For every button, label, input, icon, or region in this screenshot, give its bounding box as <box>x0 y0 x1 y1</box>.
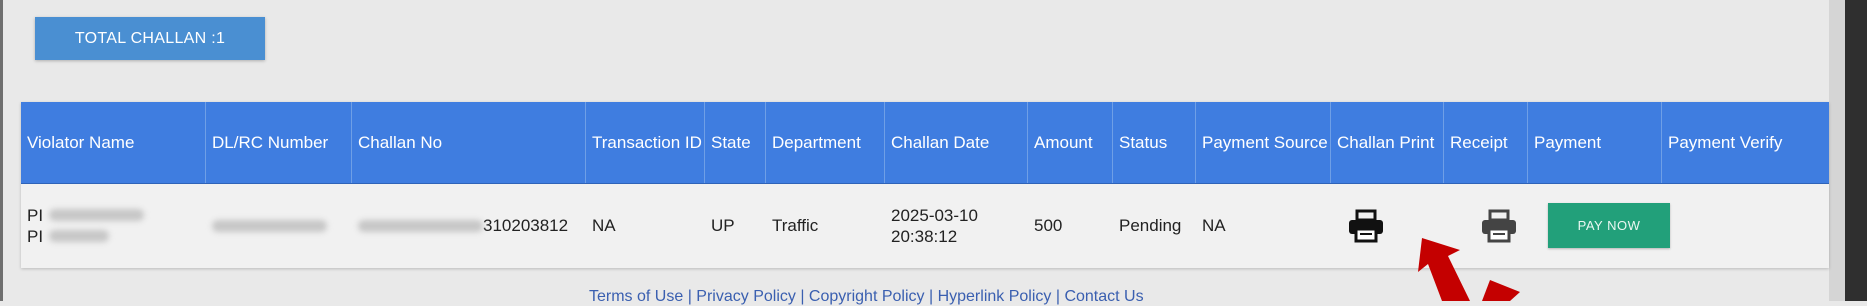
footer-link-hyperlink[interactable]: Hyperlink Policy <box>938 288 1052 305</box>
cell-status: Pending <box>1119 216 1182 235</box>
violator-name-text-1: PI <box>27 205 44 225</box>
header-challan-date: Challan Date <box>885 102 1028 183</box>
cell-payment-source: NA <box>1202 216 1226 235</box>
header-state: State <box>705 102 766 183</box>
header-payment: Payment <box>1528 102 1662 183</box>
red-arrow-annotation <box>1418 238 1520 301</box>
redacted-dl-rc <box>212 219 327 232</box>
table-header: Violator Name DL/RC Number Challan No Tr… <box>21 102 1829 184</box>
total-challan-button[interactable]: TOTAL CHALLAN :1 <box>35 17 265 60</box>
header-challan-no: Challan No <box>352 102 586 183</box>
header-payment-source: Payment Source <box>1196 102 1331 183</box>
redacted-name <box>49 208 145 221</box>
cell-violator-name: PI PI <box>21 183 206 268</box>
violator-name-text-2: PI <box>27 226 44 246</box>
scroll-track <box>1829 0 1845 301</box>
challan-date: 2025-03-10 <box>891 205 978 225</box>
footer-link-terms[interactable]: Terms of Use <box>589 288 683 305</box>
cell-challan-date: 2025-03-10 20:38:12 <box>885 183 1028 268</box>
footer-separator: | <box>1051 288 1065 305</box>
left-edge <box>0 0 3 301</box>
cell-dl-rc-number <box>206 183 352 268</box>
header-transaction-id: Transaction ID <box>586 102 705 183</box>
challan-no-suffix: 310203812 <box>483 216 569 235</box>
violator-name-line1: PI <box>27 205 145 226</box>
printer-icon[interactable] <box>1347 209 1385 243</box>
header-receipt: Receipt <box>1444 102 1528 183</box>
cell-department: Traffic <box>772 216 819 235</box>
header-status: Status <box>1113 102 1196 183</box>
header-amount: Amount <box>1028 102 1113 183</box>
header-payment-verify: Payment Verify <box>1668 133 1783 152</box>
footer-inner: Terms of Use | Privacy Policy | Copyrigh… <box>589 288 1144 306</box>
footer-link-contact[interactable]: Contact Us <box>1064 288 1143 305</box>
cell-state: UP <box>711 216 735 235</box>
challan-time: 20:38:12 <box>891 226 958 246</box>
redacted-challan-prefix <box>358 219 483 232</box>
footer-link-privacy[interactable]: Privacy Policy <box>696 288 796 305</box>
violator-name-line2: PI <box>27 226 110 247</box>
footer-separator: | <box>924 288 938 305</box>
footer-separator: | <box>683 288 697 305</box>
header-department: Department <box>766 102 885 183</box>
scrollbar[interactable] <box>1845 0 1867 301</box>
header-dl-rc-number: DL/RC Number <box>206 102 352 183</box>
pay-now-button[interactable]: PAY NOW <box>1548 203 1670 248</box>
cell-transaction-id: NA <box>592 216 616 235</box>
header-violator-name: Violator Name <box>21 102 206 183</box>
footer-link-copyright[interactable]: Copyright Policy <box>809 288 925 305</box>
cell-amount: 500 <box>1034 216 1063 235</box>
footer-separator: | <box>795 288 809 305</box>
redacted-name <box>49 229 110 242</box>
cell-challan-no: 310203812 <box>352 183 586 268</box>
header-challan-print: Challan Print <box>1331 102 1444 183</box>
